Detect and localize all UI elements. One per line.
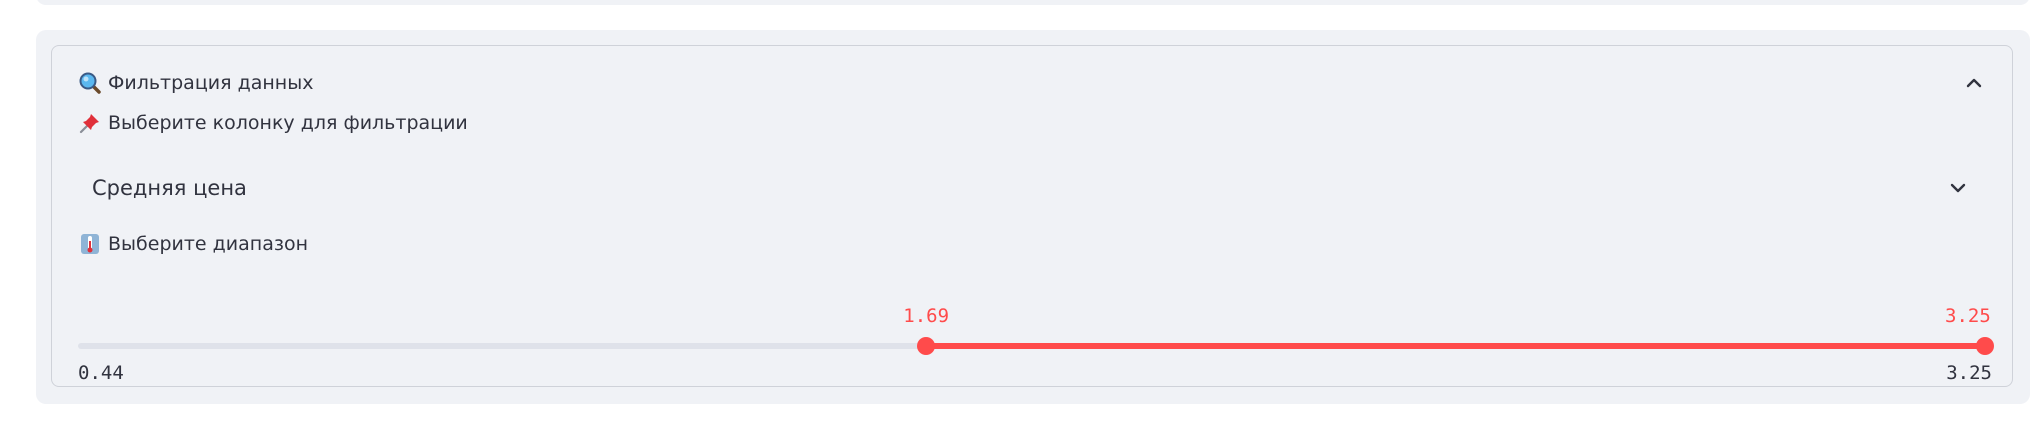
slider-selected-range[interactable]: [926, 343, 1985, 349]
column-select-label: Выберите колонку для фильтрации: [78, 108, 468, 138]
column-select[interactable]: Средняя цена: [78, 162, 1986, 214]
thermometer-icon: [78, 232, 102, 256]
filter-expander: Фильтрация данных Выберите колонку для ф…: [51, 45, 2013, 387]
expander-header[interactable]: Фильтрация данных: [78, 66, 313, 100]
previous-section-panel: [36, 0, 2030, 5]
slider-max-label: 3.25: [1946, 362, 1992, 384]
slider-low-value: 1.69: [903, 305, 950, 327]
magnifying-glass-icon: [78, 71, 102, 95]
column-select-value: Средняя цена: [92, 176, 247, 200]
range-slider-label: Выберите диапазон: [78, 229, 308, 259]
slider-high-value: 3.25: [1945, 305, 1991, 327]
filter-section-panel: Фильтрация данных Выберите колонку для ф…: [36, 30, 2030, 404]
slider-min-label: 0.44: [78, 362, 124, 384]
chevron-up-icon[interactable]: [1962, 71, 1986, 95]
range-slider-label-text: Выберите диапазон: [108, 233, 308, 255]
slider-low-handle[interactable]: [917, 337, 936, 355]
expander-title: Фильтрация данных: [108, 72, 314, 94]
chevron-down-icon[interactable]: [1946, 176, 1970, 200]
range-slider[interactable]: 1.69 3.25 0.44 3.25: [78, 305, 1994, 396]
column-select-label-text: Выберите колонку для фильтрации: [108, 112, 468, 134]
pushpin-icon: [78, 111, 102, 135]
slider-high-handle[interactable]: [1976, 337, 1994, 355]
